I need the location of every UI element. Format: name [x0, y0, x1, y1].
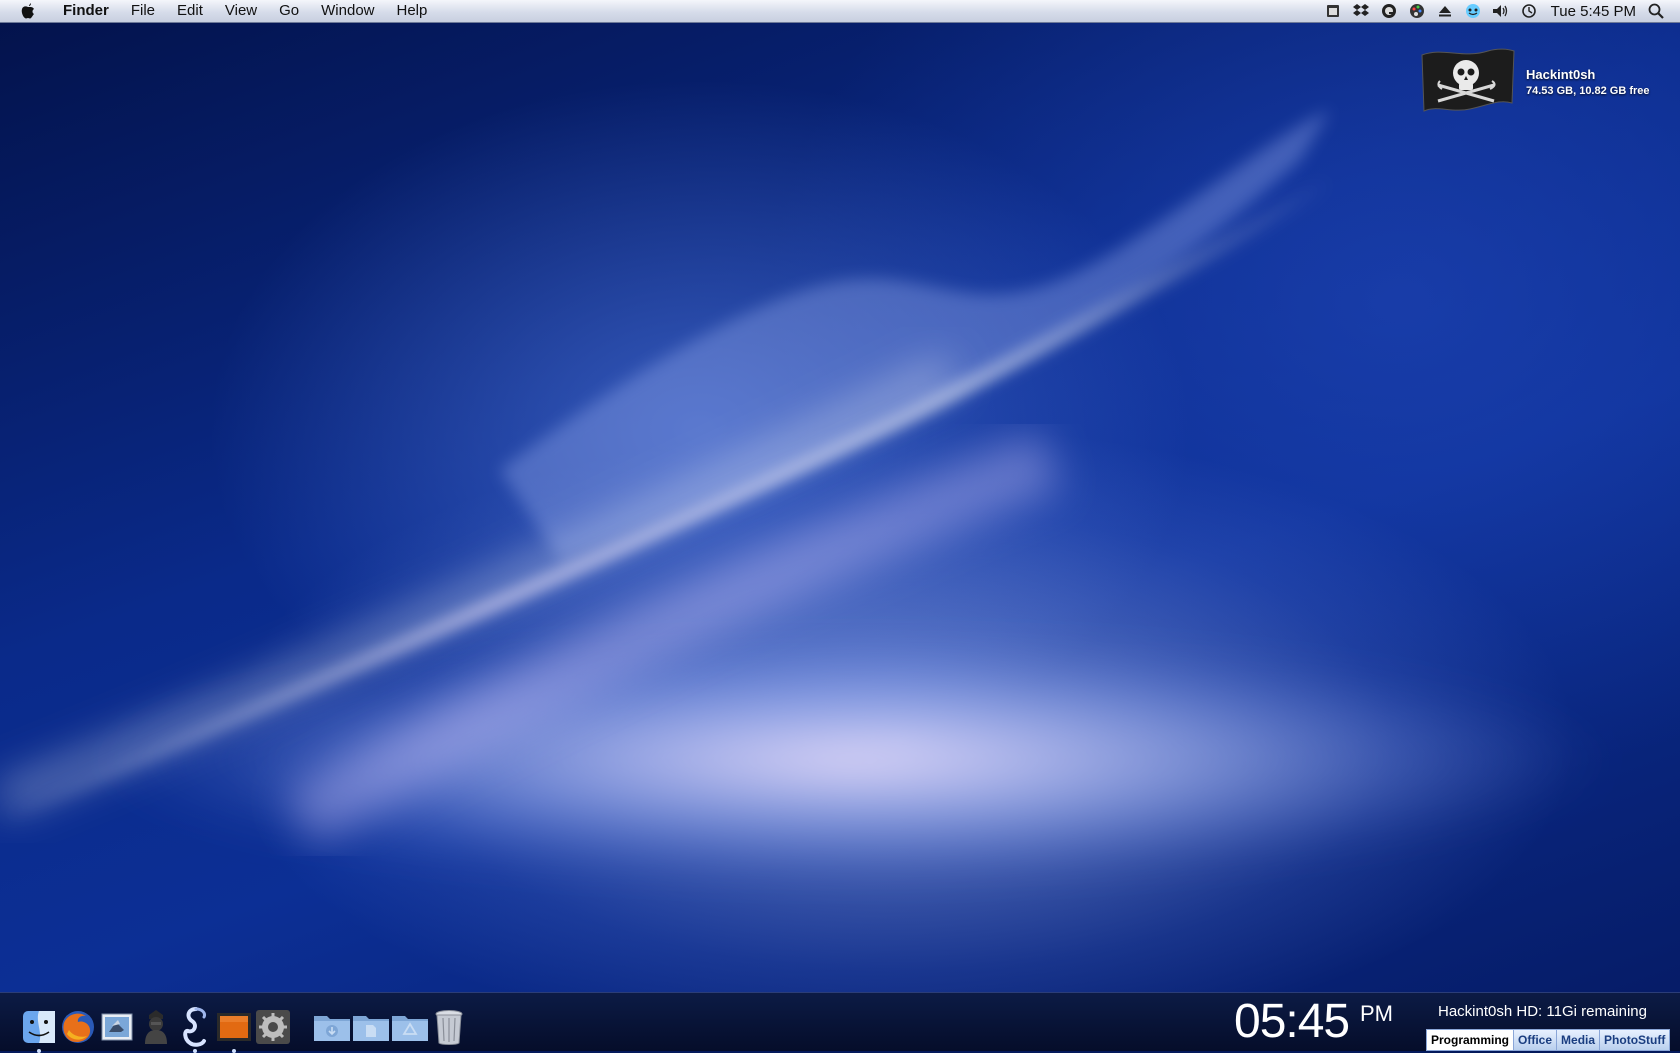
color-palette-icon[interactable] — [1408, 2, 1426, 20]
desktop-clock-time: 05:45 — [1234, 995, 1350, 1048]
spotlight-search-icon[interactable] — [1646, 1, 1666, 21]
apple-menu-icon[interactable] — [18, 1, 38, 21]
menu-view[interactable]: View — [214, 0, 268, 22]
eject-icon[interactable] — [1436, 2, 1454, 20]
drive-info: 74.53 GB, 10.82 GB free — [1526, 85, 1650, 97]
bottom-bar: 05:45 PM Hackint0sh HD: 11Gi remaining P… — [0, 992, 1680, 1053]
status-area: Tue 5:45 PM — [1319, 0, 1680, 22]
desktop-wallpaper — [0, 0, 1680, 1050]
spaces-switcher: Programming Office Media PhotoStuff — [1426, 1029, 1671, 1051]
menubar-clock[interactable]: Tue 5:45 PM — [1543, 3, 1646, 20]
hd-remaining-status: Hackint0sh HD: 11Gi remaining — [1438, 1003, 1647, 1020]
media-app-icon[interactable] — [215, 1007, 253, 1053]
desktop-drive-icon[interactable]: Hackint0sh 74.53 GB, 10.82 GB free — [1418, 45, 1658, 117]
window-icon[interactable] — [1324, 2, 1342, 20]
app-menu-finder[interactable]: Finder — [52, 0, 120, 22]
adium-icon[interactable] — [137, 1007, 175, 1047]
finder-icon[interactable] — [20, 1007, 58, 1053]
dropbox-icon[interactable] — [1352, 2, 1370, 20]
menu-file[interactable]: File — [120, 0, 166, 22]
time-machine-icon[interactable] — [1520, 2, 1538, 20]
pirate-flag-icon — [1418, 45, 1516, 117]
menu-window[interactable]: Window — [310, 0, 385, 22]
applications-folder-icon[interactable] — [391, 1007, 429, 1047]
downloads-folder-icon[interactable] — [313, 1007, 351, 1047]
chat-icon[interactable] — [1464, 2, 1482, 20]
menu-go[interactable]: Go — [268, 0, 310, 22]
space-tab-media[interactable]: Media — [1556, 1030, 1600, 1050]
space-tab-programming[interactable]: Programming — [1427, 1030, 1514, 1050]
drive-name: Hackint0sh — [1526, 67, 1596, 82]
dock — [20, 999, 469, 1053]
menu-edit[interactable]: Edit — [166, 0, 214, 22]
trash-icon[interactable] — [430, 1007, 468, 1047]
script-editor-icon[interactable] — [176, 1007, 214, 1053]
firefox-icon[interactable] — [59, 1007, 97, 1047]
space-tab-photostuff[interactable]: PhotoStuff — [1599, 1030, 1670, 1050]
documents-folder-icon[interactable] — [352, 1007, 390, 1047]
menu-bar: Finder File Edit View Go Window Help Tue… — [0, 0, 1680, 23]
desktop-clock-ampm: PM — [1360, 1001, 1393, 1026]
system-preferences-icon[interactable] — [254, 1007, 292, 1047]
space-tab-office[interactable]: Office — [1513, 1030, 1557, 1050]
quicksilver-icon[interactable] — [1380, 2, 1398, 20]
menu-help[interactable]: Help — [386, 0, 439, 22]
mail-icon[interactable] — [98, 1007, 136, 1047]
volume-icon[interactable] — [1492, 2, 1510, 20]
